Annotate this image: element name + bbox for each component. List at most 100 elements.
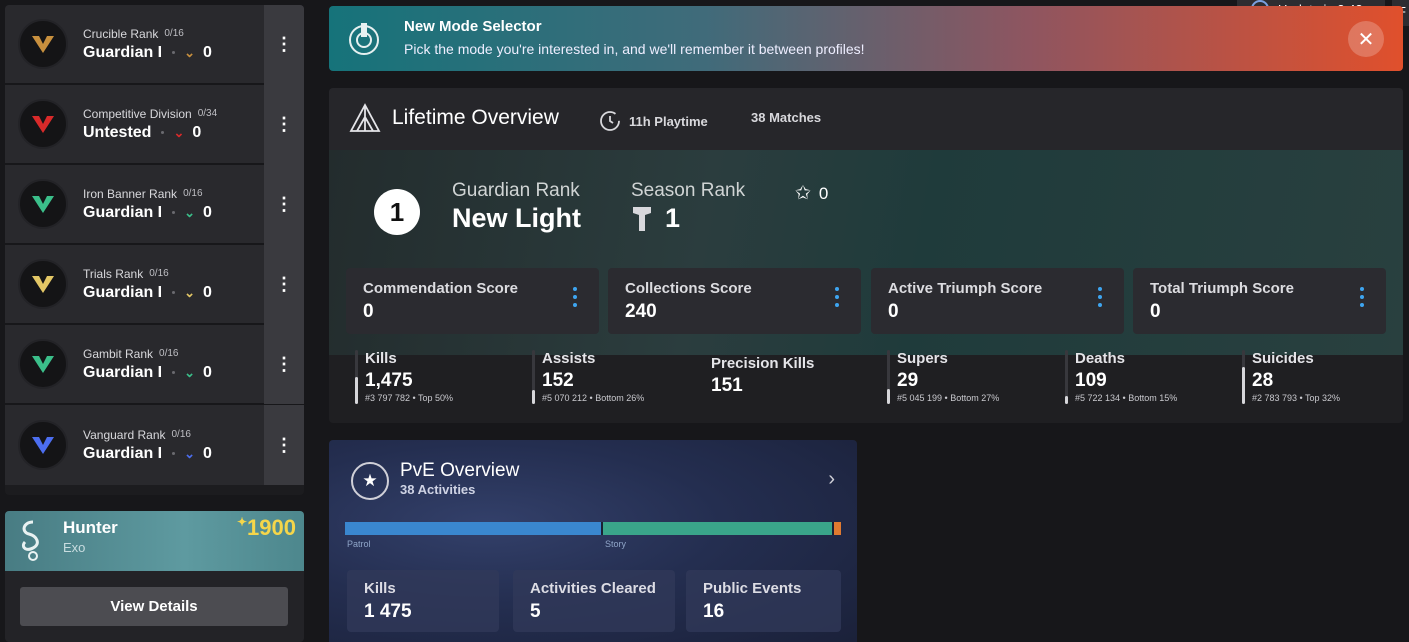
rank-main: Guardian I ⌄ 0 [83,44,264,62]
banner-subtitle: Pick the mode you're interested in, and … [404,41,865,57]
rank-row[interactable]: Vanguard Rank 0/16 Guardian I ⌄ 0 ⋮ [5,405,304,485]
stat-label: Precision Kills [711,355,815,372]
rank-chevron-icon: ⌄ [184,204,196,220]
guardian-rank-number: 1 [374,189,420,235]
pve-stat-label: Activities Cleared [530,580,656,597]
rank-value: 0 [192,123,202,141]
stat-value: 151 [711,375,743,396]
rank-title: Crucible Rank 0/16 [83,27,264,41]
rank-name: Vanguard Rank [83,427,166,442]
stat-rank: #5 722 134 • Bottom 15% [1075,393,1178,403]
activity-segment [834,522,841,535]
rank-value: 0 [203,203,212,221]
rank-menu-button[interactable]: ⋮ [264,84,304,164]
rank-chevron-icon: ⌄ [184,44,196,60]
rank-row[interactable]: Trials Rank 0/16 Guardian I ⌄ 0 ⋮ [5,244,304,325]
pve-title: PvE Overview [400,460,520,481]
score-menu-icon[interactable] [1360,287,1364,311]
character-banner[interactable]: Hunter Exo ✦1900 [5,511,304,571]
rank-title: Competitive Division 0/34 [83,107,264,121]
crucible-icon [18,19,68,69]
pve-activities: 38 Activities [400,482,476,497]
rank-name: Competitive Division [83,106,192,121]
stat-value: 28 [1252,370,1274,391]
season-rank-label: Season Rank [631,180,746,201]
stat-value: 29 [897,370,919,391]
rank-text: Gambit Rank 0/16 Guardian I ⌄ 0 [83,347,264,382]
season-pass-icon [633,206,651,231]
pve-stat-card: Public Events 16 [686,570,841,632]
rank-progress: 0/16 [149,268,169,279]
playtime: 11h Playtime [599,110,708,132]
stat-percentile-bar [887,350,890,404]
rank-name: Iron Banner Rank [83,186,178,201]
playtime-label: 11h Playtime [629,113,708,129]
power-value: 1900 [247,515,296,540]
score-menu-icon[interactable] [835,287,839,311]
activity-distribution-bar [345,522,841,535]
star-icon: ✩ [795,183,811,204]
character-class: Hunter [63,518,118,537]
stat-rank: #5 045 199 • Bottom 27% [897,393,1000,403]
rank-value: 0 [203,444,212,462]
stat-label: Supers [897,350,948,367]
activity-segment [603,522,832,535]
rank-chevron-icon: ⌄ [184,284,196,300]
rank-text: Trials Rank 0/16 Guardian I ⌄ 0 [83,267,264,302]
score-label: Commendation Score [363,280,519,297]
activity-segment-label: Story [605,539,627,549]
rank-main: Guardian I ⌄ 0 [83,364,264,382]
rank-row[interactable]: Competitive Division 0/34 Untested ⌄ 0 ⋮ [5,84,304,165]
stat-label: Assists [542,350,596,367]
rank-main: Guardian I ⌄ 0 [83,204,264,222]
rank-chevron-icon: ⌄ [173,124,185,140]
score-value: 0 [1150,301,1161,322]
rank-row[interactable]: Crucible Rank 0/16 Guardian I ⌄ 0 ⋮ [5,5,304,85]
stat-percentile-bar [532,350,535,404]
rank-name: Crucible Rank [83,26,159,41]
score-menu-icon[interactable] [573,287,577,311]
character-card: Hunter Exo ✦1900 View Details [5,511,304,642]
pve-stat-value: 5 [530,601,541,622]
pve-stat-label: Public Events [703,580,802,597]
rank-menu-button[interactable]: ⋮ [264,5,304,84]
rank-level: Guardian I [83,43,163,61]
score-label: Collections Score [625,280,752,297]
rank-main: Guardian I ⌄ 0 [83,445,264,463]
rank-row[interactable]: Iron Banner Rank 0/16 Guardian I ⌄ 0 ⋮ [5,164,304,245]
iron-banner-icon [18,179,68,229]
stat-label: Deaths [1075,350,1126,367]
separator-dot [172,452,176,455]
rank-chevron-icon: ⌄ [184,364,196,380]
guardian-rank-label: Guardian Rank [452,180,580,201]
separator-dot [172,51,176,54]
pve-overview[interactable]: ★ PvE Overview 38 Activities › Patrol Sto… [329,440,857,642]
guardian-rank-value: New Light [452,203,581,233]
rank-progress: 0/16 [159,348,179,359]
score-menu-icon[interactable] [1098,287,1102,311]
rank-menu-button[interactable]: ⋮ [264,164,304,244]
rank-menu-button[interactable]: ⋮ [264,324,304,404]
rank-menu-button[interactable]: ⋮ [264,405,304,485]
score-card: Active Triumph Score 0 [871,268,1124,334]
clock-icon [600,111,620,131]
view-details-button[interactable]: View Details [20,587,288,626]
stat-rank: #5 070 212 • Bottom 26% [542,393,645,403]
character-race: Exo [63,540,86,555]
separator-dot [161,131,165,134]
rank-text: Competitive Division 0/34 Untested ⌄ 0 [83,107,264,142]
rank-progress: 0/16 [183,188,203,199]
pve-stat-card: Activities Cleared 5 [513,570,675,632]
lifetime-overview: Lifetime Overview 11h Playtime 38 Matche… [329,88,1403,423]
close-icon[interactable]: ✕ [1348,21,1384,57]
stat-percentile-bar [1065,350,1068,404]
trials-icon [18,259,68,309]
chevron-right-icon[interactable]: › [828,468,835,491]
score-card: Total Triumph Score 0 [1133,268,1386,334]
rank-list: Crucible Rank 0/16 Guardian I ⌄ 0 ⋮ Comp… [5,5,304,495]
rank-title: Trials Rank 0/16 [83,267,264,281]
vanguard-icon [18,420,68,470]
rank-menu-button[interactable]: ⋮ [264,244,304,324]
rank-row[interactable]: Gambit Rank 0/16 Guardian I ⌄ 0 ⋮ [5,324,304,405]
rank-value: 0 [203,43,212,61]
